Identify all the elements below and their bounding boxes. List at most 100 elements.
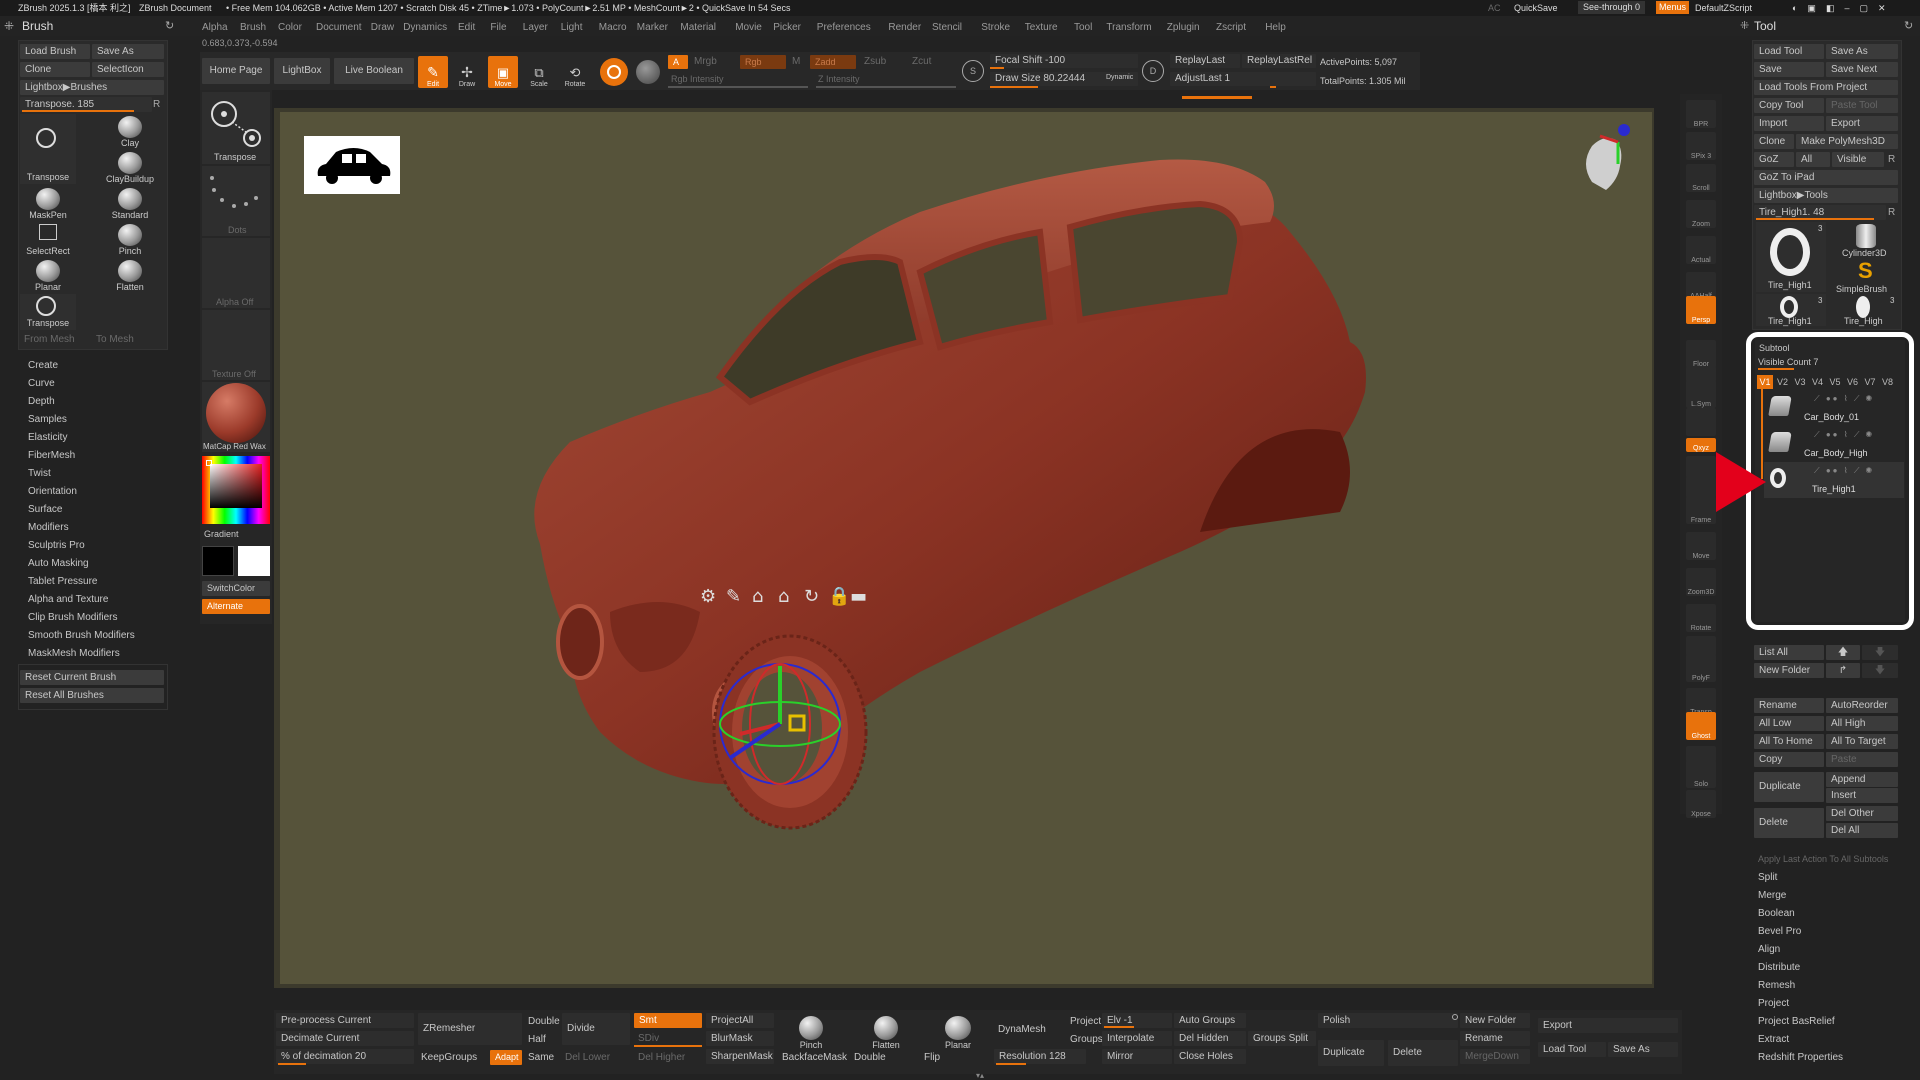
move-mode-button[interactable]: ▣ Move [488, 56, 518, 88]
menu-stencil[interactable]: Stencil [932, 22, 962, 34]
del-other-button[interactable]: Del Other [1826, 806, 1898, 821]
shelf-btn-floor[interactable]: Floor [1686, 340, 1716, 368]
zsub-toggle[interactable]: Zsub [864, 56, 886, 67]
brush-section-depth[interactable]: Depth [28, 396, 55, 407]
visibility-tab-v7[interactable]: V7 [1862, 375, 1878, 389]
alpha-slot[interactable]: Alpha Off [202, 238, 270, 308]
visibility-tab-v2[interactable]: V2 [1775, 375, 1791, 389]
tool-save-button[interactable]: Save [1754, 62, 1824, 77]
shelf-btn-zoom3d[interactable]: Zoom3D [1686, 568, 1716, 596]
brush-section-tablet-pressure[interactable]: Tablet Pressure [28, 576, 97, 587]
menu-help[interactable]: Help [1265, 22, 1286, 34]
apply-last-action-button[interactable]: Apply Last Action To All Subtools [1758, 854, 1888, 864]
rotate-mode-button[interactable]: ⟲ Rotate [560, 56, 590, 88]
menu-render[interactable]: Render [888, 22, 921, 34]
brush-slot-pinch[interactable]: Pinch [94, 222, 166, 258]
menu-color[interactable]: Color [278, 22, 302, 34]
visibility-tab-v8[interactable]: V8 [1880, 375, 1896, 389]
paste-subtool-button[interactable]: Paste [1826, 752, 1898, 767]
goz-visible-button[interactable]: Visible [1832, 152, 1884, 167]
visible-count-slider[interactable]: Visible Count 7 [1758, 357, 1818, 367]
zadd-toggle[interactable]: Zadd [810, 55, 856, 69]
goz-all-button[interactable]: All [1796, 152, 1830, 167]
brush-section-surface[interactable]: Surface [28, 504, 62, 515]
export-button[interactable]: Export [1826, 116, 1898, 131]
brush-slot-standard[interactable]: Standard [94, 186, 166, 222]
adjust-last-slider[interactable]: AdjustLast 1 [1170, 72, 1316, 86]
del-lower-button[interactable]: Del Lower [565, 1052, 610, 1063]
menu-brush[interactable]: Brush [240, 22, 266, 34]
tool-section-merge[interactable]: Merge [1758, 890, 1786, 901]
shelf-btn-move[interactable]: Move [1686, 532, 1716, 560]
polyframe-sphere-icon[interactable] [636, 60, 660, 84]
tool-section-remesh[interactable]: Remesh [1758, 980, 1795, 991]
to-mesh-button[interactable]: To Mesh [96, 334, 134, 345]
auto-reorder-button[interactable]: AutoReorder [1826, 698, 1898, 713]
menu-alpha[interactable]: Alpha [202, 22, 228, 34]
bottom-load-tool-button[interactable]: Load Tool [1538, 1042, 1606, 1057]
tool-clone-button[interactable]: Clone [1754, 134, 1794, 149]
brush-section-create[interactable]: Create [28, 360, 58, 371]
auto-groups-button[interactable]: Auto Groups [1174, 1013, 1246, 1028]
subtool-row[interactable]: ⟋ ●● ⌇ ⟋ ◉ Car_Body_01 [1764, 390, 1904, 426]
tool-section-project[interactable]: Project [1758, 998, 1789, 1009]
brush-slot-clay[interactable]: Clay [94, 114, 166, 150]
brush-slot-claybuildup[interactable]: ClayBuildup [94, 150, 166, 186]
edit-mode-button[interactable]: ✎ Edit [418, 56, 448, 88]
a-toggle[interactable]: A [668, 55, 688, 69]
brush-section-elasticity[interactable]: Elasticity [28, 432, 67, 443]
tool-section-extract[interactable]: Extract [1758, 1034, 1789, 1045]
pinch-brush-button[interactable]: Pinch [796, 1012, 826, 1054]
sdiv-slider[interactable]: SDiv [638, 1033, 659, 1044]
menu-light[interactable]: Light [561, 22, 583, 34]
interpolate-toggle[interactable]: Interpolate [1102, 1031, 1172, 1046]
make-polymesh3d-button[interactable]: Make PolyMesh3D [1796, 134, 1898, 149]
shelf-btn-frame[interactable]: Frame [1686, 496, 1716, 524]
visibility-tab-v4[interactable]: V4 [1810, 375, 1826, 389]
all-to-home-button[interactable]: All To Home [1754, 734, 1824, 749]
switch-color-button[interactable]: SwitchColor [202, 581, 270, 596]
move-to-folder-button[interactable]: ↱ [1826, 663, 1860, 678]
del-hidden-button[interactable]: Del Hidden [1174, 1031, 1246, 1046]
texture-slot[interactable]: Texture Off [202, 310, 270, 380]
all-to-target-button[interactable]: All To Target [1826, 734, 1898, 749]
draw-size-icon[interactable]: D [1142, 60, 1164, 82]
shelf-btn-xpose[interactable]: Xpose [1686, 790, 1716, 818]
copy-tool-button[interactable]: Copy Tool [1754, 98, 1824, 113]
keepgroups-toggle[interactable]: KeepGroups [421, 1052, 477, 1063]
quicksave-button[interactable]: QuickSave [1514, 0, 1558, 16]
visibility-tab-v5[interactable]: V5 [1827, 375, 1843, 389]
backface-mask-toggle[interactable]: BackfaceMask [782, 1052, 847, 1063]
shelf-btn-actual[interactable]: Actual [1686, 236, 1716, 264]
from-mesh-button[interactable]: From Mesh [24, 334, 75, 345]
planar-brush-button[interactable]: Planar [940, 1012, 976, 1054]
visibility-tab-v1[interactable]: V1 [1757, 375, 1773, 389]
tool-r-toggle[interactable]: R [1888, 207, 1895, 218]
brush-r-toggle[interactable]: R [153, 99, 160, 110]
sharpen-mask-button[interactable]: SharpenMask [706, 1049, 774, 1064]
navigation-head-icon[interactable] [1570, 120, 1650, 200]
subtool-row[interactable]: ⟋ ●● ⌇ ⟋ ◉ Car_Body_High [1764, 426, 1904, 462]
double-sided-toggle[interactable]: Double [854, 1052, 886, 1063]
new-folder-button[interactable]: New Folder [1754, 663, 1824, 678]
rgb-intensity-slider[interactable]: Rgb Intensity [671, 74, 724, 84]
divide-button[interactable]: Divide [562, 1013, 630, 1045]
menu-macro[interactable]: Macro [599, 22, 627, 34]
shelf-btn-bpr[interactable]: BPR [1686, 100, 1716, 128]
move-up-button[interactable]: 🡅 [1826, 645, 1860, 660]
del-higher-button[interactable]: Del Higher [638, 1052, 685, 1063]
tool-thumb-tire-high[interactable]: Tire_High 3 [1830, 294, 1898, 326]
tool-section-split[interactable]: Split [1758, 872, 1777, 883]
rgb-toggle[interactable]: Rgb [740, 55, 786, 69]
transpose-brush-slot[interactable]: Transpose [202, 92, 270, 164]
polish-slider[interactable]: Polish [1318, 1013, 1458, 1028]
subtool-row[interactable]: ⟋ ●● ⌇ ⟋ ◉ Tire_High1 [1764, 462, 1904, 498]
lightbox-tools-button[interactable]: Lightbox▶Tools [1754, 188, 1898, 203]
all-high-button[interactable]: All High [1826, 716, 1898, 731]
brush-section-orientation[interactable]: Orientation [28, 486, 77, 497]
decimation-percent-slider[interactable]: % of decimation 20 [276, 1049, 414, 1064]
save-next-button[interactable]: Save Next [1826, 62, 1898, 77]
menu-transform[interactable]: Transform [1106, 22, 1151, 34]
brush-section-fibermesh[interactable]: FiberMesh [28, 450, 75, 461]
tool-section-redshift-properties[interactable]: Redshift Properties [1758, 1052, 1843, 1063]
